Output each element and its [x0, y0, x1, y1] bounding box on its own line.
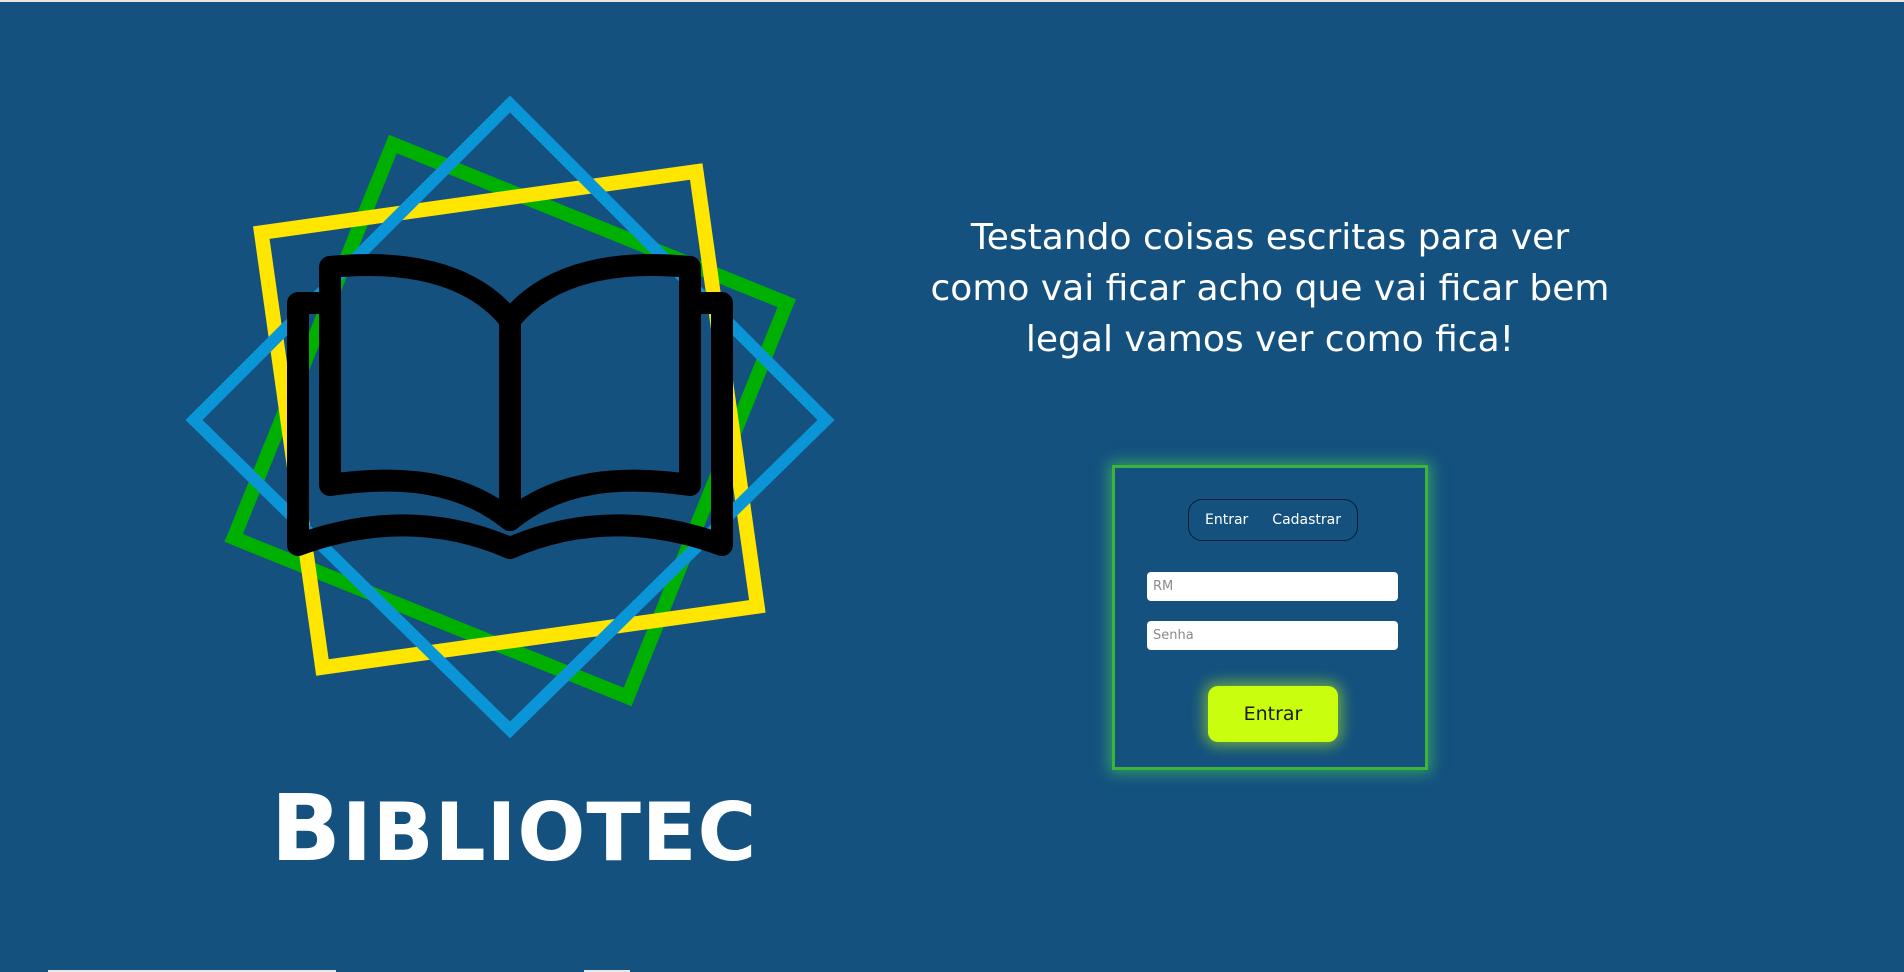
- open-book-icon: [287, 254, 733, 559]
- tab-cadastrar[interactable]: Cadastrar: [1272, 512, 1341, 528]
- brand-name: BIBLIOTEC: [270, 775, 758, 882]
- login-page: BIBLIOTEC Testando coisas escritas para …: [0, 0, 1904, 972]
- tab-entrar[interactable]: Entrar: [1205, 512, 1248, 528]
- hero-tagline: Testando coisas escritas para ver como v…: [930, 217, 1610, 360]
- senha-input[interactable]: [1147, 621, 1398, 650]
- login-card: Entrar Cadastrar Entrar: [1112, 465, 1428, 770]
- auth-tabs: Entrar Cadastrar: [1188, 499, 1358, 541]
- rm-input[interactable]: [1147, 572, 1398, 601]
- library-logo: [185, 95, 835, 739]
- entrar-button[interactable]: Entrar: [1208, 686, 1338, 742]
